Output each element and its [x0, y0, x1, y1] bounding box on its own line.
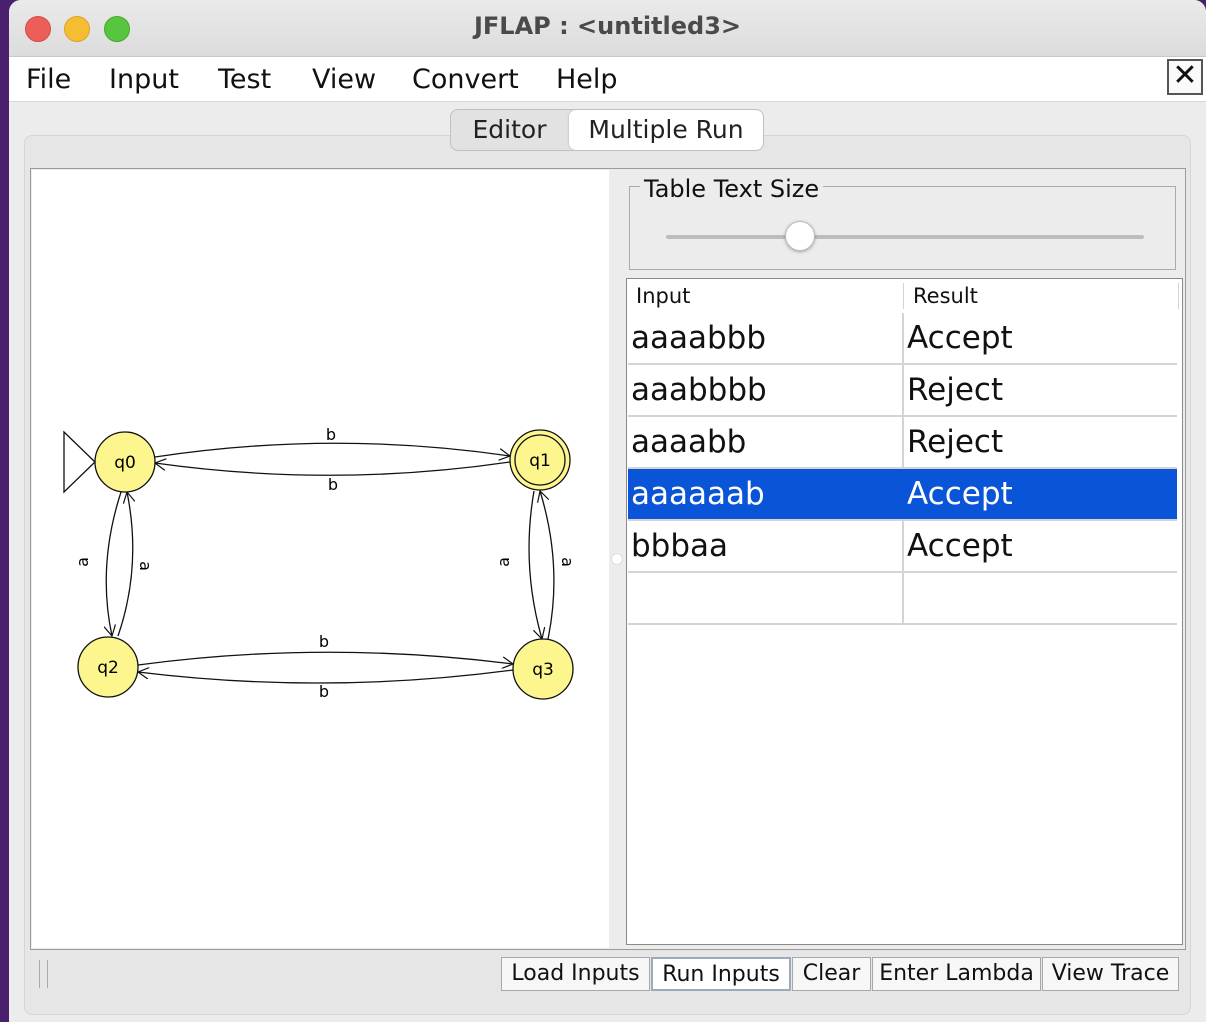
- menu-bar: File Input Test View Convert Help ✕: [9, 57, 1206, 102]
- transition-q0-q2[interactable]: [106, 491, 122, 636]
- input-cell[interactable]: bbbaa: [631, 521, 901, 571]
- table-row[interactable]: bbbaa Accept: [628, 521, 1177, 573]
- result-cell: Accept: [907, 528, 1013, 564]
- result-cell: Accept: [907, 320, 1013, 356]
- toolbar-grip[interactable]: [39, 960, 48, 988]
- table-row[interactable]: aaaaaab Accept: [628, 469, 1177, 521]
- title-bar: JFLAP : <untitled3>: [9, 0, 1206, 57]
- transition-q0-q1[interactable]: [154, 442, 510, 457]
- table-text-size-group: Table Text Size: [629, 175, 1176, 270]
- jflap-window: JFLAP : <untitled3> File Input Test View…: [9, 0, 1206, 1022]
- state-q1-label: q1: [529, 451, 551, 471]
- result-cell: Reject: [907, 424, 1004, 460]
- menu-test[interactable]: Test: [218, 64, 271, 95]
- automaton-canvas[interactable]: b b b b a a a a q0 q1 q2 q3: [32, 170, 609, 948]
- state-q1[interactable]: q1: [509, 429, 571, 491]
- tab-multiple-run[interactable]: Multiple Run: [569, 110, 763, 150]
- close-tab-button[interactable]: ✕: [1167, 59, 1203, 95]
- close-icon: ✕: [1172, 58, 1198, 93]
- clear-button[interactable]: Clear: [792, 957, 871, 991]
- view-trace-button[interactable]: View Trace: [1042, 957, 1179, 991]
- menu-convert[interactable]: Convert: [412, 64, 519, 95]
- table-body: aaaabbb Accept aaabbbb Reject aaaabb Rej…: [628, 313, 1177, 625]
- state-q0-label: q0: [114, 453, 136, 473]
- header-input[interactable]: Input: [636, 284, 690, 308]
- run-inputs-button[interactable]: Run Inputs: [651, 957, 791, 991]
- label-q1-q0: b: [328, 475, 338, 494]
- tab-editor[interactable]: Editor: [451, 110, 568, 150]
- input-results-table[interactable]: Input Result aaaabbb Accept aaabbbb Reje…: [626, 278, 1183, 945]
- automaton-diagram: b b b b a a a a q0 q1 q2 q3: [63, 425, 577, 701]
- label-q0-q2: a: [73, 557, 92, 567]
- table-row[interactable]: aaabbbb Reject: [628, 365, 1177, 417]
- header-result[interactable]: Result: [913, 284, 978, 308]
- state-q3-label: q3: [532, 660, 554, 680]
- table-text-size-slider[interactable]: [666, 221, 1144, 251]
- input-cell[interactable]: aaabbbb: [631, 365, 901, 415]
- window-title: JFLAP : <untitled3>: [473, 12, 742, 40]
- label-q1-q3: a: [494, 557, 513, 567]
- enter-lambda-button[interactable]: Enter Lambda: [872, 957, 1041, 991]
- state-q2-label: q2: [97, 658, 119, 678]
- result-cell: Reject: [907, 372, 1004, 408]
- input-cell[interactable]: aaaaaab: [631, 469, 901, 519]
- transition-q1-q0[interactable]: [155, 462, 511, 476]
- input-cell[interactable]: aaaabbb: [631, 313, 901, 363]
- state-q2[interactable]: q2: [77, 636, 139, 698]
- tab-bar: Editor Multiple Run: [450, 109, 764, 151]
- table-row[interactable]: aaaabb Reject: [628, 417, 1177, 469]
- result-cell: [907, 573, 1175, 623]
- state-q3[interactable]: q3: [512, 638, 574, 700]
- state-q0[interactable]: q0: [94, 431, 156, 493]
- table-row[interactable]: [628, 573, 1177, 625]
- menu-view[interactable]: View: [312, 64, 376, 95]
- table-row[interactable]: aaaabbb Accept: [628, 313, 1177, 365]
- label-q2-q3: b: [319, 632, 329, 651]
- button-bar: Load Inputs Run Inputs Clear Enter Lambd…: [501, 957, 1181, 991]
- input-cell[interactable]: aaaabb: [631, 417, 901, 467]
- input-cell[interactable]: [631, 573, 901, 623]
- menu-input[interactable]: Input: [109, 64, 179, 95]
- split-divider-handle[interactable]: [611, 553, 623, 565]
- transition-q2-q3[interactable]: [137, 651, 513, 665]
- result-cell: Accept: [907, 476, 1013, 512]
- menu-file[interactable]: File: [26, 64, 71, 95]
- initial-state-arrow: [63, 430, 96, 494]
- slider-thumb[interactable]: [784, 221, 815, 251]
- table-text-size-label: Table Text Size: [640, 175, 824, 203]
- label-q0-q1: b: [326, 425, 336, 444]
- load-inputs-button[interactable]: Load Inputs: [501, 957, 650, 991]
- transition-q3-q1[interactable]: [540, 491, 555, 640]
- transition-q1-q3[interactable]: [528, 490, 542, 639]
- table-header: Input Result: [628, 279, 1179, 313]
- label-q2-q0: a: [136, 561, 155, 571]
- label-q3-q2: b: [319, 682, 329, 701]
- label-q3-q1: a: [558, 557, 577, 567]
- menu-help[interactable]: Help: [556, 64, 618, 95]
- transition-q2-q0[interactable]: [117, 492, 133, 637]
